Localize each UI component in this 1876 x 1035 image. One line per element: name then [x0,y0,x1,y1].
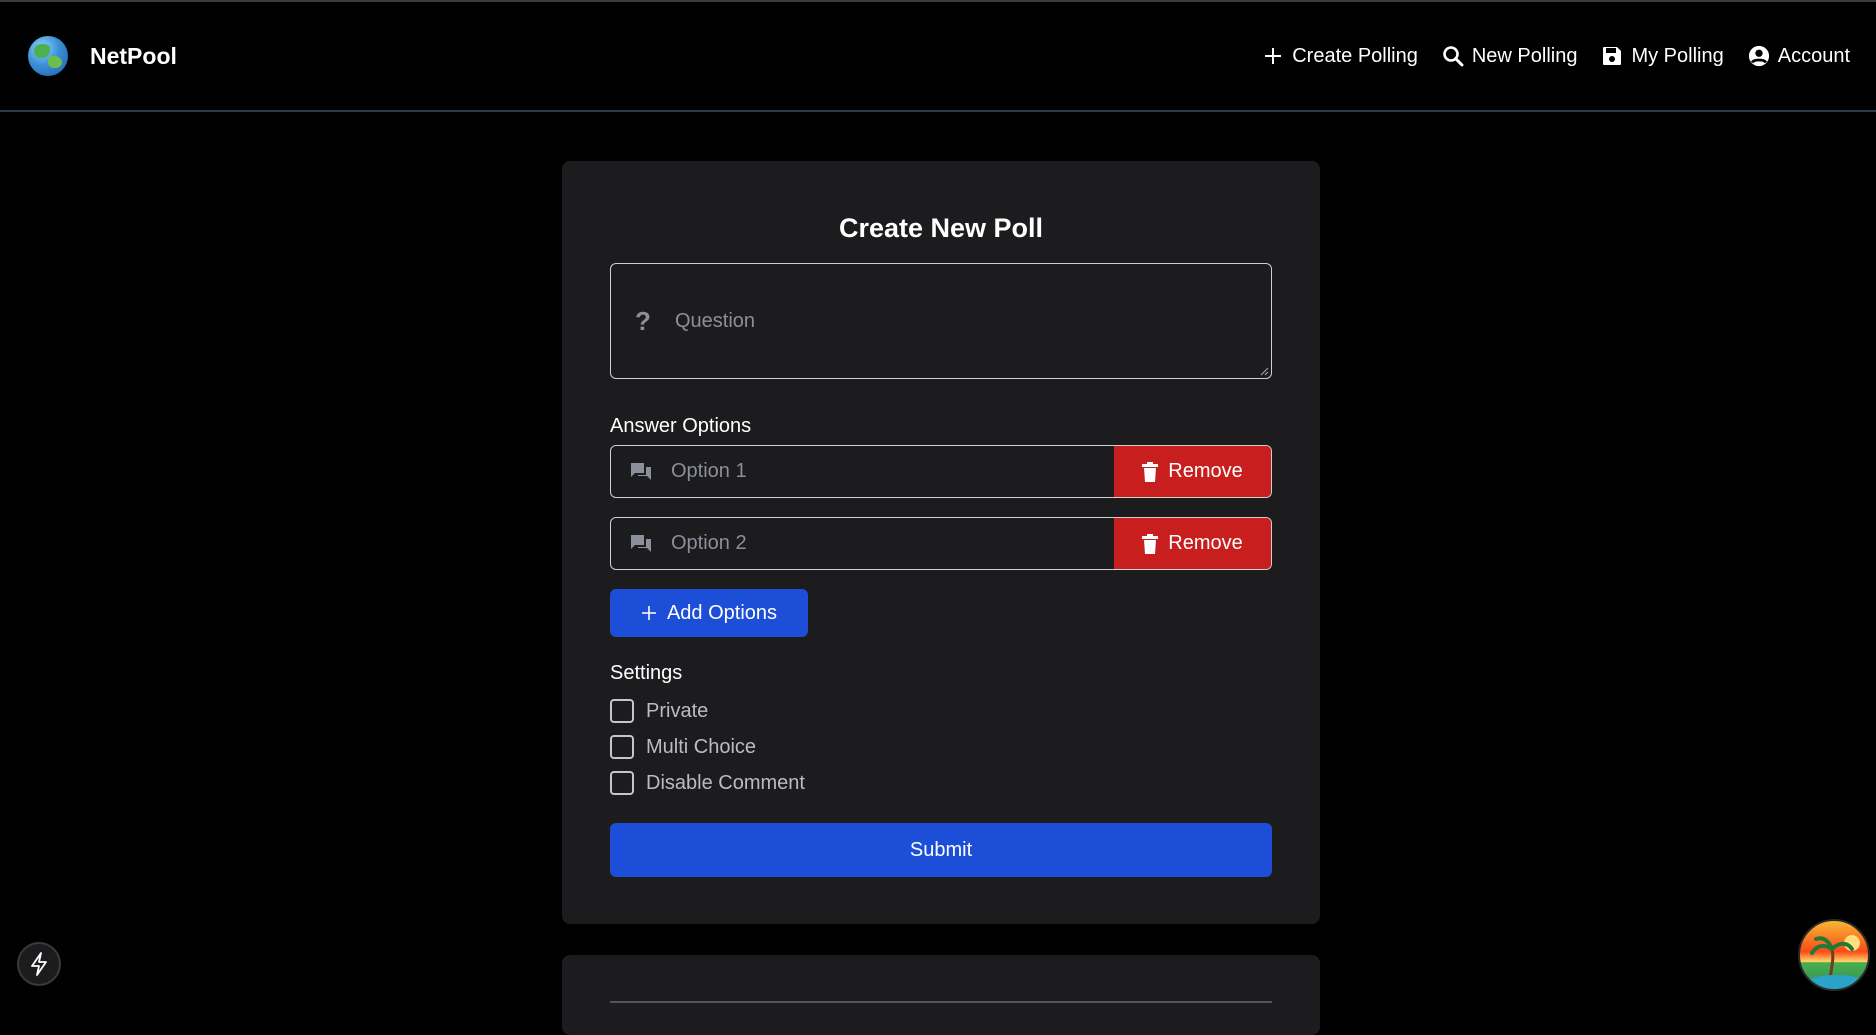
create-poll-card: Create New Poll ? Answer Options Remove … [562,161,1320,924]
multi-choice-checkbox-label: Multi Choice [646,735,757,758]
brand[interactable]: NetPool [28,36,177,76]
option-2-input[interactable] [671,518,1114,569]
settings-label: Settings [610,662,683,684]
disable-comment-checkbox-label: Disable Comment [646,771,805,794]
trash-icon [1142,533,1159,554]
private-checkbox-row[interactable]: Private [610,699,708,723]
trash-icon [1142,461,1159,482]
comment-icon [611,446,671,497]
option-row-2: Remove [610,517,1272,570]
top-navbar: NetPool Create Polling New Polling My Po… [0,2,1876,112]
nav-new-polling[interactable]: New Polling [1442,44,1578,68]
option-row-1: Remove [610,445,1272,498]
main-nav: Create Polling New Polling My Polling Ac… [1238,40,1850,72]
remove-option-1-label: Remove [1168,460,1243,482]
resize-handle-icon[interactable] [1259,366,1269,376]
submit-button[interactable]: Submit [610,823,1272,877]
add-options-label: Add Options [666,601,778,624]
user-circle-icon [1748,45,1770,67]
nav-create-polling[interactable]: Create Polling [1262,45,1418,68]
nav-new-polling-label: New Polling [1471,44,1578,67]
remove-option-2-button[interactable]: Remove [1114,518,1271,569]
question-field[interactable]: ? [610,263,1272,379]
page-title: Create New Poll [838,213,1044,243]
plus-icon [641,605,657,621]
disable-comment-checkbox-row[interactable]: Disable Comment [610,771,805,795]
brand-name: NetPool [90,42,177,69]
secondary-card [562,955,1320,1035]
nav-account[interactable]: Account [1748,45,1850,68]
comment-icon [611,518,671,569]
question-input[interactable] [675,306,1255,336]
globe-logo-icon [28,36,68,76]
avatar[interactable] [1798,919,1870,991]
option-1-input[interactable] [671,446,1114,497]
disable-comment-checkbox[interactable] [610,771,634,795]
plus-icon [1262,45,1284,67]
lightning-icon[interactable] [17,942,61,986]
search-icon [1442,45,1464,67]
private-checkbox[interactable] [610,699,634,723]
nav-my-polling[interactable]: My Polling [1601,44,1724,68]
multi-choice-checkbox-row[interactable]: Multi Choice [610,735,756,759]
palm-beach-avatar-icon [1806,935,1866,989]
nav-my-polling-label: My Polling [1631,44,1724,67]
answer-options-label: Answer Options [610,415,752,437]
question-mark-icon: ? [635,305,651,336]
remove-option-2-label: Remove [1168,532,1243,554]
remove-option-1-button[interactable]: Remove [1114,446,1271,497]
multi-choice-checkbox[interactable] [610,735,634,759]
nav-account-label: Account [1777,44,1850,67]
add-options-button[interactable]: Add Options [610,589,808,637]
private-checkbox-label: Private [646,699,709,722]
save-icon [1601,45,1623,67]
nav-create-polling-label: Create Polling [1292,44,1418,67]
